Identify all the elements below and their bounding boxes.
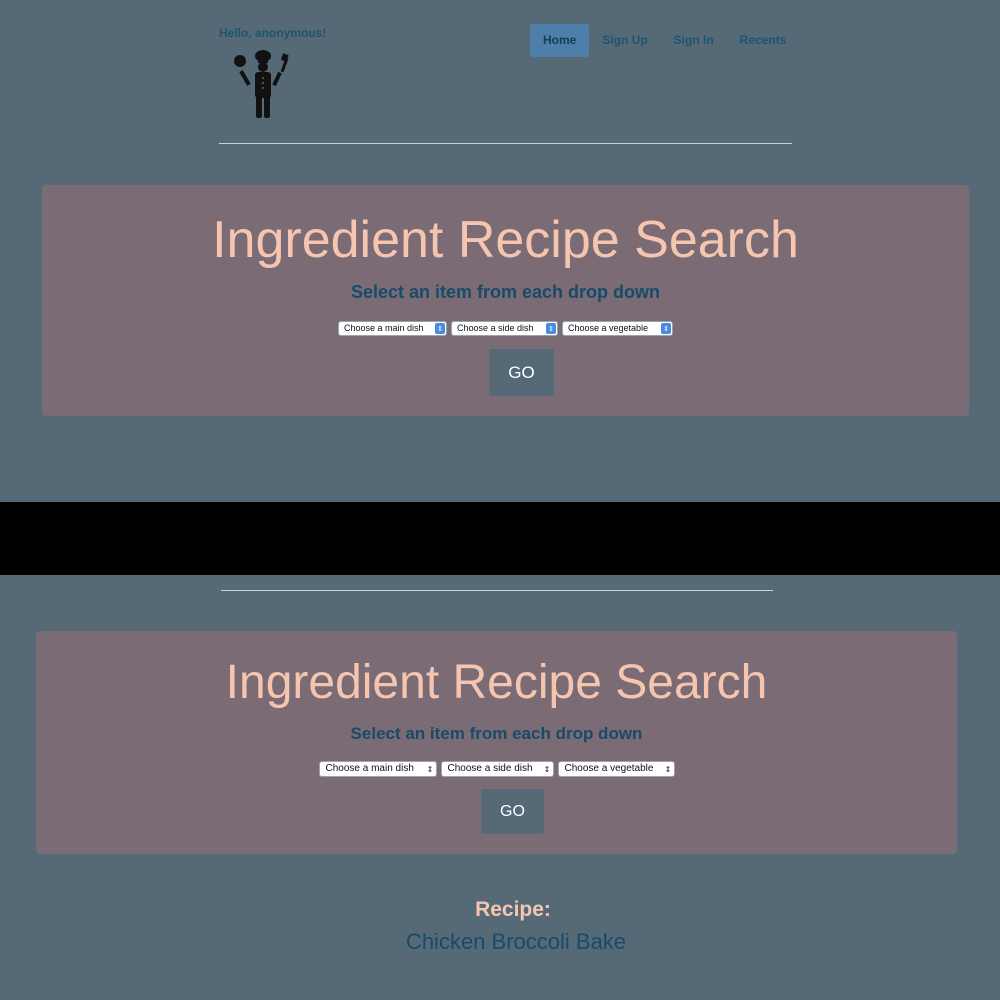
main-dish-select-value: Choose a main dish (325, 763, 414, 774)
nav-home[interactable]: Home (530, 24, 590, 57)
select-arrows-icon: ⇕ (543, 765, 551, 774)
greeting-text: Hello, anonymous! (219, 26, 327, 40)
vegetable-select-value: Choose a vegetable (564, 763, 654, 774)
select-arrows-icon: ⇕ (664, 765, 672, 774)
nav-sign-up[interactable]: Sign Up (589, 24, 660, 57)
select-arrows-icon: ⇕ (435, 323, 445, 334)
page-title: Ingredient Recipe Search (225, 656, 768, 709)
main-dish-select[interactable]: Choose a main dish ⇕ (318, 761, 437, 777)
go-button[interactable]: GO (489, 349, 554, 396)
recipe-label: Recipe: (475, 898, 551, 921)
search-panel: Ingredient Recipe Search Select an item … (36, 631, 957, 854)
search-panel: Ingredient Recipe Search Select an item … (42, 185, 969, 416)
page-title: Ingredient Recipe Search (212, 211, 799, 269)
side-dish-select[interactable]: Choose a side dish ⇕ (451, 321, 558, 336)
main-nav: Home Sign Up Sign In Recents (530, 24, 799, 57)
side-dish-select-value: Choose a side dish (447, 763, 533, 774)
main-dish-select-value: Choose a main dish (344, 323, 424, 333)
vegetable-select[interactable]: Choose a vegetable ⇕ (562, 321, 673, 336)
chef-icon (230, 48, 294, 120)
instructions-text: Select an item from each drop down (350, 724, 643, 743)
screenshot-separator (0, 502, 1000, 575)
recipe-name: Chicken Broccoli Bake (405, 929, 627, 954)
go-button[interactable]: GO (481, 789, 544, 834)
dropdown-row: Choose a main dish ⇕ Choose a side dish … (36, 761, 957, 777)
header-divider (221, 590, 773, 591)
vegetable-select-value: Choose a vegetable (568, 323, 649, 333)
dropdown-row: Choose a main dish ⇕ Choose a side dish … (42, 321, 969, 336)
nav-sign-in[interactable]: Sign In (661, 24, 727, 57)
select-arrows-icon: ⇕ (426, 765, 434, 774)
side-dish-select-value: Choose a side dish (457, 323, 534, 333)
side-dish-select[interactable]: Choose a side dish ⇕ (440, 761, 554, 777)
nav-recents[interactable]: Recents (727, 24, 800, 57)
select-arrows-icon: ⇕ (661, 323, 671, 334)
instructions-text: Select an item from each drop down (350, 282, 661, 302)
select-arrows-icon: ⇕ (546, 323, 556, 334)
header-divider (219, 143, 792, 144)
main-dish-select[interactable]: Choose a main dish ⇕ (338, 321, 447, 336)
vegetable-select[interactable]: Choose a vegetable ⇕ (557, 761, 675, 777)
